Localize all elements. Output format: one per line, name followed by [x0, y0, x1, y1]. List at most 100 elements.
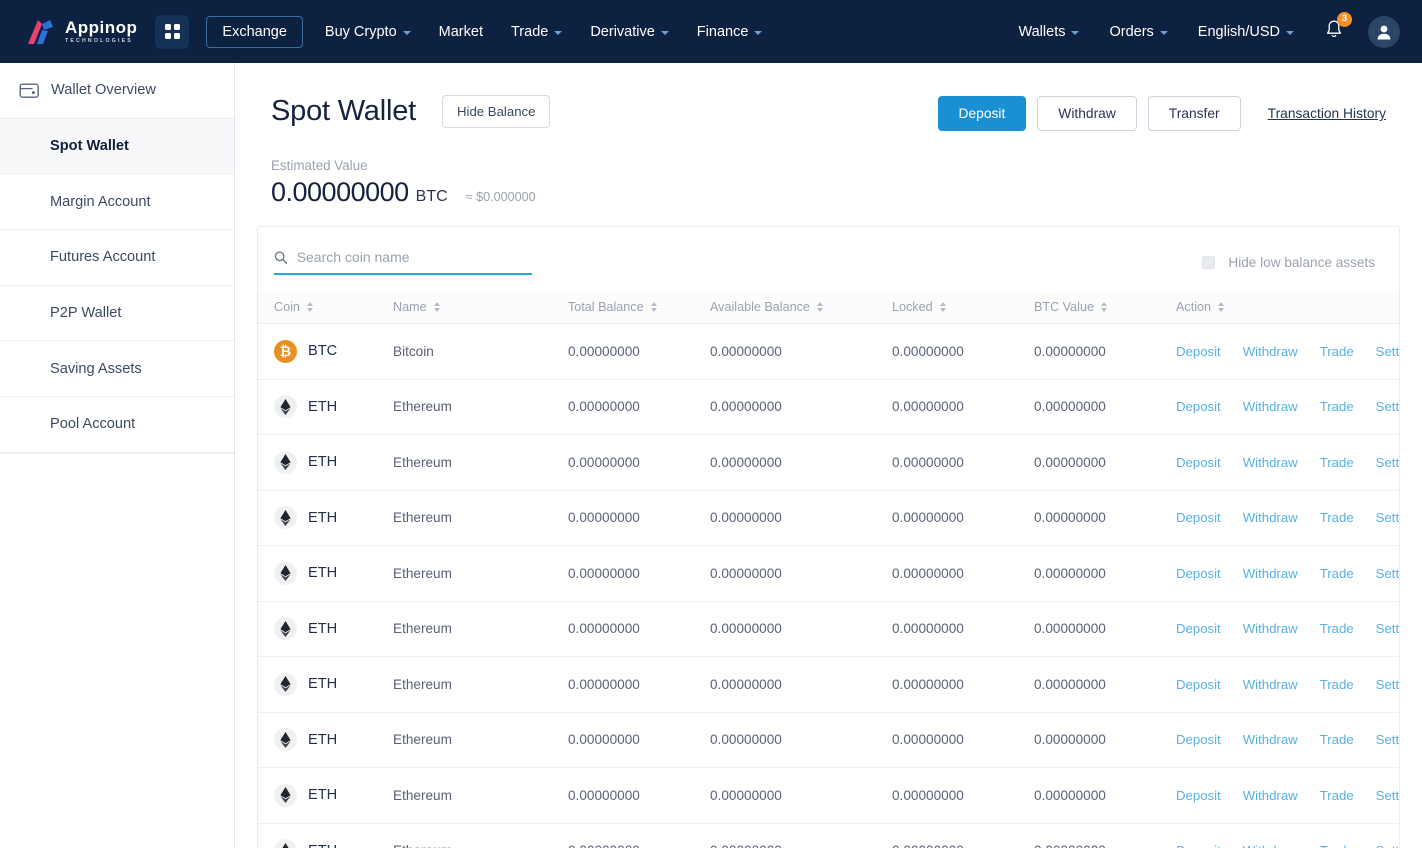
column-header-total-balance[interactable]: Total Balance	[568, 291, 710, 324]
chevron-down-icon	[554, 31, 562, 35]
user-avatar-button[interactable]	[1368, 16, 1400, 48]
sidebar-item-spot-wallet[interactable]: Spot Wallet	[0, 119, 234, 175]
cell-total-balance: 0.00000000	[568, 657, 710, 713]
hide-low-balance-checkbox[interactable]	[1202, 256, 1215, 269]
column-header-available-balance[interactable]: Available Balance	[710, 291, 892, 324]
action-link-withdraw[interactable]: Withdraw	[1243, 677, 1298, 692]
nav-item-derivative[interactable]: Derivative	[576, 16, 682, 48]
action-link-deposit[interactable]: Deposit	[1176, 455, 1221, 470]
action-link-withdraw[interactable]: Withdraw	[1243, 788, 1298, 803]
notifications-button[interactable]: 3	[1310, 13, 1354, 51]
search-field[interactable]	[274, 249, 532, 275]
table-row: ETHEthereum0.000000000.000000000.0000000…	[258, 712, 1399, 768]
action-link-settings[interactable]: Settings	[1376, 344, 1400, 359]
cell-locked: 0.00000000	[892, 546, 1034, 602]
deposit-button[interactable]: Deposit	[938, 96, 1027, 131]
hide-balance-button[interactable]: Hide Balance	[442, 95, 550, 128]
action-link-deposit[interactable]: Deposit	[1176, 843, 1221, 848]
nav-item-trade[interactable]: Trade	[497, 16, 576, 48]
coin-symbol: ETH	[308, 510, 337, 526]
sidebar-item-label: P2P Wallet	[50, 305, 121, 321]
action-link-settings[interactable]: Settings	[1376, 455, 1400, 470]
action-link-deposit[interactable]: Deposit	[1176, 621, 1221, 636]
sidebar-item-p2p-wallet[interactable]: P2P Wallet	[0, 286, 234, 342]
action-link-deposit[interactable]: Deposit	[1176, 566, 1221, 581]
action-link-withdraw[interactable]: Withdraw	[1243, 510, 1298, 525]
column-header-btc-value[interactable]: BTC Value	[1034, 291, 1176, 324]
action-link-deposit[interactable]: Deposit	[1176, 788, 1221, 803]
cell-action: Deposit Withdraw Trade Settings	[1176, 657, 1399, 713]
action-link-settings[interactable]: Settings	[1376, 621, 1400, 636]
action-link-settings[interactable]: Settings	[1376, 510, 1400, 525]
cell-btc-value: 0.00000000	[1034, 490, 1176, 546]
hide-low-balance-control[interactable]: Hide low balance assets	[1202, 255, 1381, 270]
nav-item-orders[interactable]: Orders	[1095, 16, 1181, 48]
cell-coin: ETH	[258, 657, 393, 713]
sidebar-item-saving-assets[interactable]: Saving Assets	[0, 341, 234, 397]
action-link-deposit[interactable]: Deposit	[1176, 510, 1221, 525]
nav-item-finance[interactable]: Finance	[683, 16, 777, 48]
column-header-locked[interactable]: Locked	[892, 291, 1034, 324]
nav-exchange-button[interactable]: Exchange	[206, 16, 303, 48]
sidebar-item-futures-account[interactable]: Futures Account	[0, 230, 234, 286]
column-header-coin[interactable]: Coin	[258, 291, 393, 324]
action-link-trade[interactable]: Trade	[1320, 621, 1354, 636]
action-link-deposit[interactable]: Deposit	[1176, 677, 1221, 692]
ethereum-icon	[274, 451, 297, 474]
column-header-name[interactable]: Name	[393, 291, 568, 324]
action-link-settings[interactable]: Settings	[1376, 566, 1400, 581]
sidebar-item-margin-account[interactable]: Margin Account	[0, 174, 234, 230]
action-link-settings[interactable]: Settings	[1376, 788, 1400, 803]
action-link-trade[interactable]: Trade	[1320, 399, 1354, 414]
action-link-settings[interactable]: Settings	[1376, 677, 1400, 692]
action-link-trade[interactable]: Trade	[1320, 344, 1354, 359]
brand-subtitle: TECHNOLOGIES	[65, 39, 137, 44]
action-link-withdraw[interactable]: Withdraw	[1243, 843, 1298, 848]
action-link-trade[interactable]: Trade	[1320, 455, 1354, 470]
action-link-trade[interactable]: Trade	[1320, 732, 1354, 747]
action-link-withdraw[interactable]: Withdraw	[1243, 566, 1298, 581]
action-link-trade[interactable]: Trade	[1320, 843, 1354, 848]
action-link-withdraw[interactable]: Withdraw	[1243, 399, 1298, 414]
action-link-settings[interactable]: Settings	[1376, 843, 1400, 848]
sidebar-item-wallet-overview[interactable]: Wallet Overview	[0, 63, 234, 119]
sort-icon	[940, 302, 946, 312]
action-link-deposit[interactable]: Deposit	[1176, 344, 1221, 359]
action-link-deposit[interactable]: Deposit	[1176, 399, 1221, 414]
ethereum-icon	[274, 395, 297, 418]
cell-locked: 0.00000000	[892, 379, 1034, 435]
transaction-history-link[interactable]: Transaction History	[1268, 106, 1386, 121]
column-header-action[interactable]: Action	[1176, 291, 1399, 324]
action-link-settings[interactable]: Settings	[1376, 399, 1400, 414]
ethereum-icon	[274, 673, 297, 696]
sort-icon	[651, 302, 657, 312]
nav-item-market[interactable]: Market	[425, 16, 497, 48]
cell-name: Bitcoin	[393, 324, 568, 380]
action-link-withdraw[interactable]: Withdraw	[1243, 621, 1298, 636]
action-link-trade[interactable]: Trade	[1320, 510, 1354, 525]
withdraw-button[interactable]: Withdraw	[1037, 96, 1137, 131]
action-link-withdraw[interactable]: Withdraw	[1243, 732, 1298, 747]
cell-action: Deposit Withdraw Trade Settings	[1176, 435, 1399, 491]
action-link-trade[interactable]: Trade	[1320, 677, 1354, 692]
action-link-trade[interactable]: Trade	[1320, 788, 1354, 803]
cell-available-balance: 0.00000000	[710, 657, 892, 713]
transfer-button[interactable]: Transfer	[1148, 96, 1241, 131]
nav-item-language-currency[interactable]: English/USD	[1184, 16, 1308, 48]
search-input[interactable]	[297, 249, 532, 265]
action-link-withdraw[interactable]: Withdraw	[1243, 455, 1298, 470]
apps-grid-button[interactable]	[155, 15, 189, 49]
cell-name: Ethereum	[393, 823, 568, 848]
nav-item-wallets[interactable]: Wallets	[1004, 16, 1093, 48]
action-link-withdraw[interactable]: Withdraw	[1243, 344, 1298, 359]
cell-total-balance: 0.00000000	[568, 601, 710, 657]
action-link-deposit[interactable]: Deposit	[1176, 732, 1221, 747]
nav-item-buy-crypto[interactable]: Buy Crypto	[311, 16, 425, 48]
action-link-settings[interactable]: Settings	[1376, 732, 1400, 747]
action-link-trade[interactable]: Trade	[1320, 566, 1354, 581]
sidebar-item-pool-account[interactable]: Pool Account	[0, 397, 234, 453]
estimated-value-label: Estimated Value	[271, 158, 1400, 173]
brand-logo[interactable]: Appinop TECHNOLOGIES	[26, 18, 137, 46]
cell-action: Deposit Withdraw Trade Settings	[1176, 546, 1399, 602]
cell-locked: 0.00000000	[892, 823, 1034, 848]
